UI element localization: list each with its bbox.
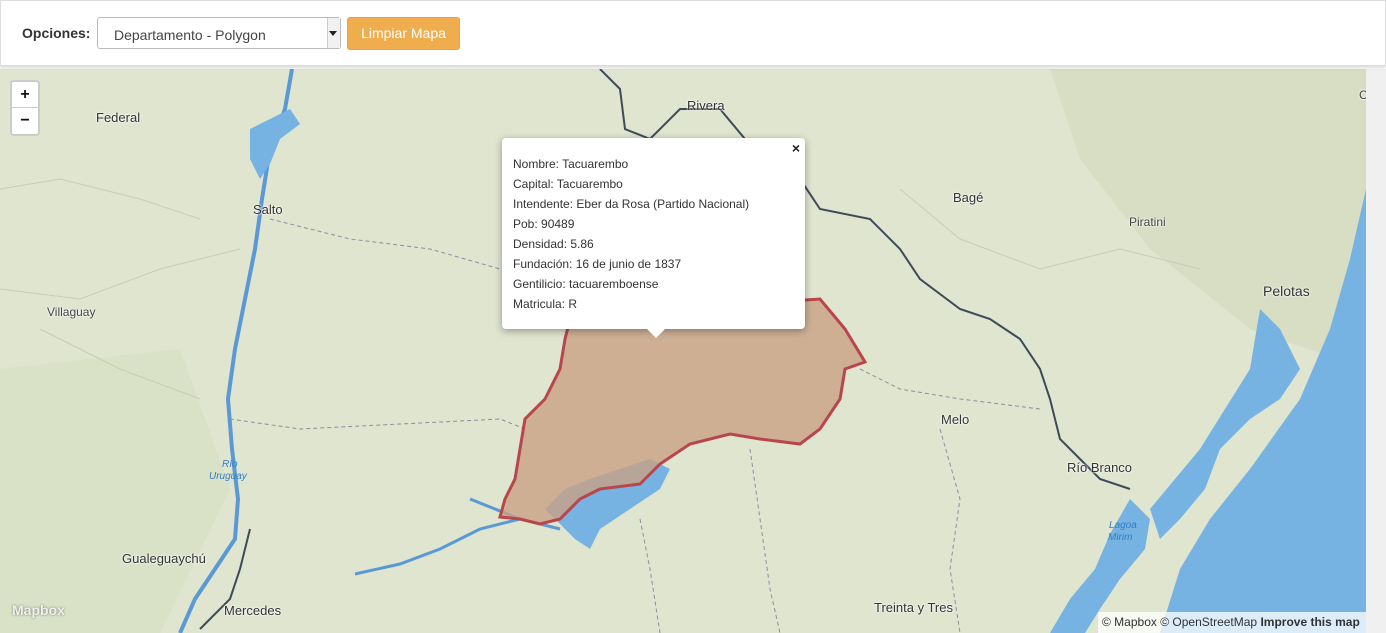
label-villaguay: Villaguay (47, 305, 96, 319)
label-rio-uruguay-2: Uruguay (209, 471, 247, 482)
select-arrow[interactable] (327, 18, 340, 48)
mapbox-logo[interactable]: Mapbox (12, 602, 65, 618)
close-icon[interactable]: × (792, 140, 800, 156)
label-rivera: Rivera (687, 98, 725, 113)
zoom-in-button[interactable]: + (12, 82, 38, 108)
label-federal: Federal (96, 110, 141, 125)
label-lagoa-1: Lagoa (1109, 520, 1137, 531)
label-treinta-y-tres: Treinta y Tres (874, 600, 953, 615)
label-gualeguaychu: Gualeguaychú (122, 551, 206, 566)
map-canvas[interactable]: + − Federal Rivera Salto Bagé Piratini P… (0, 69, 1366, 633)
label-lagoa-2: Mirim (1108, 532, 1133, 543)
options-toolbar: Opciones: Departamento - Polygon Limpiar… (0, 0, 1386, 66)
zoom-out-button[interactable]: − (12, 108, 38, 134)
map-attribution: © Mapbox © OpenStreetMap Improve this ma… (1098, 612, 1366, 633)
popup-line-nombre: Nombre: Tacuarembo (513, 157, 629, 171)
zoom-control: + − (10, 80, 40, 136)
feature-popup: × Nombre: Tacuarembo Capital: Tacuarembo… (502, 138, 805, 338)
improve-map-link[interactable]: Improve this map (1260, 615, 1359, 629)
label-mercedes: Mercedes (224, 603, 282, 618)
popup-line-intendente: Intendente: Eber da Rosa (Partido Nacion… (513, 197, 750, 211)
label-rio-branco: Río Branco (1067, 460, 1133, 475)
popup-line-capital: Capital: Tacuarembo (513, 177, 623, 191)
popup-line-pob: Pob: 90489 (513, 217, 575, 231)
options-label: Opciones: (22, 25, 91, 41)
label-melo: Melo (941, 412, 970, 427)
layer-select[interactable]: Departamento - Polygon (97, 17, 341, 49)
label-salto: Salto (253, 202, 283, 217)
popup-line-gentilicio: Gentilicio: tacuaremboense (513, 277, 659, 291)
layer-select-value: Departamento - Polygon (114, 27, 266, 43)
popup-line-densidad: Densidad: 5.86 (513, 237, 594, 251)
attribution-mapbox-link[interactable]: © Mapbox (1102, 615, 1157, 629)
popup-line-matricula: Matricula: R (513, 297, 578, 311)
clear-map-button[interactable]: Limpiar Mapa (347, 17, 460, 50)
attribution-osm-link[interactable]: © OpenStreetMap (1160, 615, 1257, 629)
page-scrollbar[interactable] (1366, 69, 1386, 633)
popup-line-fundacion: Fundación: 16 de junio de 1837 (513, 257, 682, 271)
popup-tip (646, 328, 666, 338)
label-pelotas: Pelotas (1263, 283, 1310, 299)
label-edge-c: C (1359, 88, 1366, 102)
label-piratini: Piratini (1129, 215, 1166, 229)
label-rio-uruguay-1: Río (222, 459, 238, 470)
label-bage: Bagé (953, 190, 984, 205)
chevron-down-icon (329, 31, 337, 36)
